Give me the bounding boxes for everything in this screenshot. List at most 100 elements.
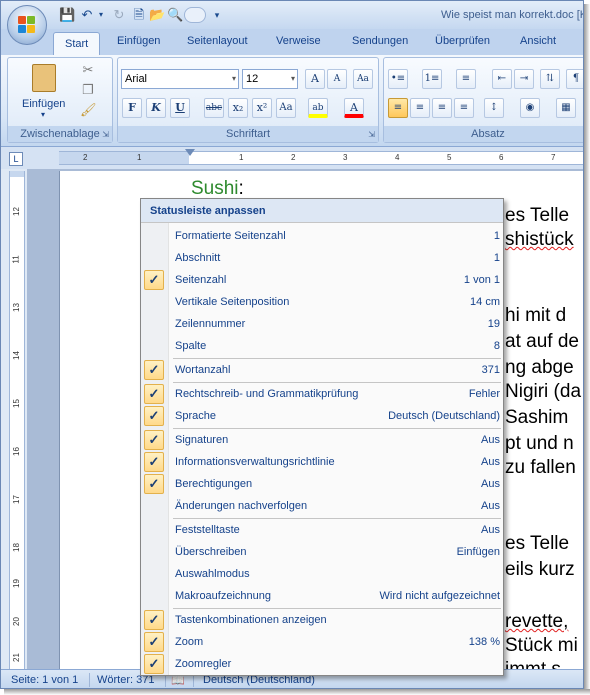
ribbon-tabs: Start Einfügen Seitenlayout Verweise Sen… [1,29,583,56]
shrink-font-button[interactable]: A [327,69,347,89]
clear-formatting-button[interactable]: Aa [353,69,373,89]
dialog-launcher-icon[interactable]: ⇲ [102,130,109,139]
menu-item[interactable]: Feststelltaste Aus [141,519,503,541]
redo-icon[interactable]: ↻ [111,7,127,23]
menu-item-label: Formatierte Seitenzahl [175,230,286,242]
menu-item-value: 1 von 1 [463,274,500,286]
new-document-icon[interactable]: 🗎 [131,7,147,23]
menu-item[interactable]: Makroaufzeichnung Wird nicht aufgezeichne… [141,585,503,607]
menu-title: Statusleiste anpassen [141,199,503,223]
checkmark-icon: ✓ [144,360,164,380]
line-spacing-icon[interactable]: ↕ [484,98,504,118]
shading-icon[interactable]: ◉ [520,98,540,118]
document-text-line: zu fallen [505,457,576,478]
ruler-tick: 11 [11,255,21,264]
scissors-icon[interactable]: ✂ [80,62,96,78]
menu-item-label: Seitenzahl [175,274,227,286]
underline-button[interactable]: U [170,98,190,118]
print-preview-icon[interactable]: 🔍 [167,7,183,23]
menu-item[interactable]: Spalte 8 [141,335,503,357]
vertical-ruler[interactable]: 12 11 13 14 15 16 17 18 19 20 21 [9,171,25,669]
decrease-indent-icon[interactable]: ⇤ [492,69,512,89]
menu-item-label: Auswahlmodus [175,568,250,580]
tab-ueberpruefen[interactable]: Überprüfen [435,35,490,47]
menu-item-label: Signaturen [175,434,229,446]
bullets-icon[interactable]: •≡ [388,69,408,89]
paste-button[interactable]: Einfügen ▾ [22,62,66,122]
font-size-select[interactable]: 12 ▾ [242,69,298,89]
ruler-tick: 20 [11,617,21,626]
font-name-select[interactable]: Arial ▾ [121,69,239,89]
qat-more-button[interactable] [184,7,206,23]
sort-icon[interactable]: ⇅ [540,69,560,89]
tab-ansicht[interactable]: Ansicht [520,35,556,47]
menu-item-value: Aus [481,456,500,468]
ruler-margin [59,152,189,164]
clipboard-icon [32,64,56,92]
document-text-line: Stück mi [505,635,578,656]
increase-indent-icon[interactable]: ⇥ [514,69,534,89]
floppy-disk-icon[interactable]: 💾 [59,7,75,23]
status-page[interactable]: Seite: 1 von 1 [11,674,78,686]
menu-item[interactable]: ✓ Zoomregler [141,653,503,675]
pilcrow-icon[interactable]: ¶ [566,69,583,89]
justify-icon[interactable]: ≡ [454,98,474,118]
menu-item[interactable]: Auswahlmodus [141,563,503,585]
bold-button[interactable]: F [122,98,142,118]
document-text-line: eils kurz [505,559,575,580]
change-case-button[interactable]: Aa [276,98,296,118]
tab-start[interactable]: Start [53,32,100,56]
tab-sendungen[interactable]: Sendungen [352,35,408,47]
highlight-button[interactable]: ab [308,98,328,118]
menu-item[interactable]: ✓ Seitenzahl 1 von 1 [141,269,503,291]
indent-marker-icon[interactable] [185,149,195,156]
menu-item[interactable]: ✓ Tastenkombinationen anzeigen [141,609,503,631]
menu-item[interactable]: Formatierte Seitenzahl 1 [141,225,503,247]
menu-item[interactable]: Überschreiben Einfügen [141,541,503,563]
align-left-icon[interactable]: ≡ [388,98,408,118]
menu-item[interactable]: ✓ Sprache Deutsch (Deutschland) [141,405,503,427]
tab-seitenlayout[interactable]: Seitenlayout [187,35,248,47]
borders-icon[interactable]: ▦ [556,98,576,118]
format-painter-icon[interactable]: 🖌 [80,102,97,118]
menu-item[interactable]: ✓ Informationsverwaltungsrichtlinie Aus [141,451,503,473]
numbering-icon[interactable]: 1≡ [422,69,442,89]
subscript-button[interactable]: x₂ [228,98,248,118]
multilevel-list-icon[interactable]: ≡ [456,69,476,89]
menu-item[interactable]: Zeilennummer 19 [141,313,503,335]
menu-item[interactable]: Änderungen nachverfolgen Aus [141,495,503,517]
horizontal-ruler[interactable]: 2 1 1 2 3 4 5 6 7 [59,149,583,165]
checkmark-icon: ✓ [144,430,164,450]
menu-item[interactable]: ✓ Signaturen Aus [141,429,503,451]
ruler-tick: 18 [11,543,21,552]
align-center-icon[interactable]: ≡ [410,98,430,118]
ruler-tick: 6 [499,153,504,162]
grow-font-button[interactable]: A [305,69,325,89]
tab-verweise[interactable]: Verweise [276,35,321,47]
menu-item[interactable]: ✓ Wortanzahl 371 [141,359,503,381]
dropdown-arrow-icon[interactable]: ▾ [209,7,225,23]
open-folder-icon[interactable]: 📂 [149,7,165,23]
undo-dropdown-icon[interactable]: ▾ [93,7,109,23]
dialog-launcher-icon[interactable]: ⇲ [368,130,375,139]
menu-item[interactable]: Abschnitt 1 [141,247,503,269]
menu-item[interactable]: Vertikale Seitenposition 14 cm [141,291,503,313]
tab-selector[interactable]: L [9,152,23,166]
menu-item[interactable]: ✓ Rechtschreib- und Grammatikprüfung Fehle… [141,383,503,405]
menu-item[interactable]: ✓ Berechtigungen Aus [141,473,503,495]
menu-item-value: Aus [481,434,500,446]
copy-icon[interactable]: ❐ [80,82,96,98]
menu-item-label: Rechtschreib- und Grammatikprüfung [175,388,359,400]
strikethrough-button[interactable]: abc [204,98,224,118]
menu-item-label: Zoom [175,636,204,648]
align-right-icon[interactable]: ≡ [432,98,452,118]
font-color-button[interactable]: A [344,98,364,118]
office-button[interactable] [7,5,47,45]
superscript-button[interactable]: x² [252,98,272,118]
italic-button[interactable]: K [146,98,166,118]
ruler-tick: 3 [343,153,348,162]
ruler-tick: 7 [551,153,556,162]
tab-einfuegen[interactable]: Einfügen [117,35,160,47]
ruler-tick: 17 [11,495,21,504]
menu-item[interactable]: ✓ Zoom 138 % [141,631,503,653]
